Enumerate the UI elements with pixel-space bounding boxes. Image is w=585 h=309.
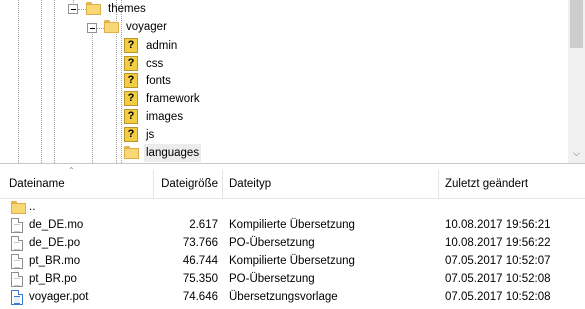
file-list[interactable]: .. de_DE.mo 2.617 Kompilierte Übersetzun… (0, 198, 585, 309)
file-name: pt_BR.mo (29, 255, 81, 267)
scroll-down-arrow-icon[interactable]: ⌵ (568, 146, 585, 160)
unknown-folder-icon: ? (124, 91, 138, 106)
file-modified: 07.05.2017 10:52:08 (445, 291, 551, 303)
collapse-toggle[interactable] (68, 4, 78, 14)
file-icon (11, 254, 23, 269)
tree-node-label: fonts (146, 75, 171, 87)
collapse-toggle[interactable] (87, 23, 97, 33)
column-divider[interactable] (222, 170, 223, 198)
tree-branch-line (97, 28, 104, 29)
file-modified: 10.08.2017 19:56:22 (445, 237, 551, 249)
template-file-icon (11, 290, 23, 305)
tree-node-label: themes (108, 3, 146, 15)
column-header-name[interactable]: Dateiname (9, 170, 149, 198)
tree-node-label: js (146, 129, 155, 141)
file-name: de_DE.po (29, 237, 81, 249)
file-size: 74.646 (182, 291, 218, 303)
file-row[interactable]: de_DE.po 73.766 PO-Übersetzung 10.08.201… (0, 234, 585, 253)
file-row-parent[interactable]: .. (0, 198, 585, 217)
tree-node-label: framework (146, 93, 200, 105)
folder-icon (86, 2, 101, 15)
unknown-folder-icon: ? (124, 73, 138, 88)
tree-node-label: admin (146, 40, 178, 52)
tree-branch-line (78, 9, 86, 10)
column-header-modified[interactable]: Zuletzt geändert (445, 170, 580, 198)
tree-guide-line (54, 0, 55, 163)
folder-icon (11, 201, 26, 214)
directory-tree[interactable]: themes voyager ? admin ? css ? fonts ? f… (0, 0, 585, 164)
unknown-folder-icon: ? (124, 38, 138, 53)
tree-vertical-scrollbar[interactable]: ⌵ (568, 0, 585, 163)
file-icon (11, 272, 23, 287)
column-divider[interactable] (438, 170, 439, 198)
file-name: de_DE.mo (29, 219, 84, 231)
file-type: Kompilierte Übersetzung (229, 219, 355, 231)
file-size: 46.744 (182, 255, 218, 267)
folder-icon (124, 146, 139, 159)
tree-guide-line (41, 0, 42, 163)
file-size: 73.766 (182, 237, 218, 249)
file-list-header: ⌃ Dateiname Dateigröße Dateityp Zuletzt … (0, 166, 585, 199)
file-row[interactable]: voyager.pot 74.646 Übersetzungsvorlage 0… (0, 288, 585, 307)
file-icon (11, 218, 23, 233)
file-row[interactable]: pt_BR.po 75.350 PO-Übersetzung 07.05.201… (0, 270, 585, 289)
column-header-label: Zuletzt geändert (445, 178, 529, 190)
unknown-folder-icon: ? (124, 56, 138, 71)
file-type: PO-Übersetzung (229, 273, 315, 285)
file-name: .. (29, 201, 36, 213)
tree-node-label: css (146, 58, 164, 70)
file-row[interactable]: pt_BR.mo 46.744 Kompilierte Übersetzung … (0, 252, 585, 271)
tree-node-label: languages (144, 144, 202, 162)
file-name: voyager.pot (29, 291, 89, 303)
scrollbar-thumb[interactable] (570, 0, 583, 48)
file-name: pt_BR.po (29, 273, 77, 285)
column-header-size[interactable]: Dateigröße (154, 170, 218, 198)
tree-guide-line (92, 28, 93, 163)
file-type: Übersetzungsvorlage (229, 291, 338, 303)
file-modified: 07.05.2017 10:52:07 (445, 255, 551, 267)
file-size: 2.617 (189, 219, 218, 231)
tree-guide-line (18, 0, 19, 163)
file-size: 75.350 (182, 273, 218, 285)
file-row[interactable]: de_DE.mo 2.617 Kompilierte Übersetzung 1… (0, 216, 585, 235)
file-modified: 10.08.2017 19:56:21 (445, 219, 551, 231)
tree-guide-line (121, 0, 122, 163)
file-icon (11, 236, 23, 251)
file-type: PO-Übersetzung (229, 237, 315, 249)
column-header-label: Dateiname (9, 178, 65, 190)
tree-node-label: images (146, 111, 184, 123)
folder-icon (104, 20, 119, 33)
column-header-type[interactable]: Dateityp (229, 170, 429, 198)
column-header-label: Dateityp (229, 178, 272, 190)
unknown-folder-icon: ? (124, 127, 138, 142)
file-type: Kompilierte Übersetzung (229, 255, 355, 267)
column-header-label: Dateigröße (161, 178, 218, 190)
file-modified: 07.05.2017 10:52:08 (445, 273, 551, 285)
unknown-folder-icon: ? (124, 109, 138, 124)
tree-node-label: voyager (126, 21, 167, 33)
